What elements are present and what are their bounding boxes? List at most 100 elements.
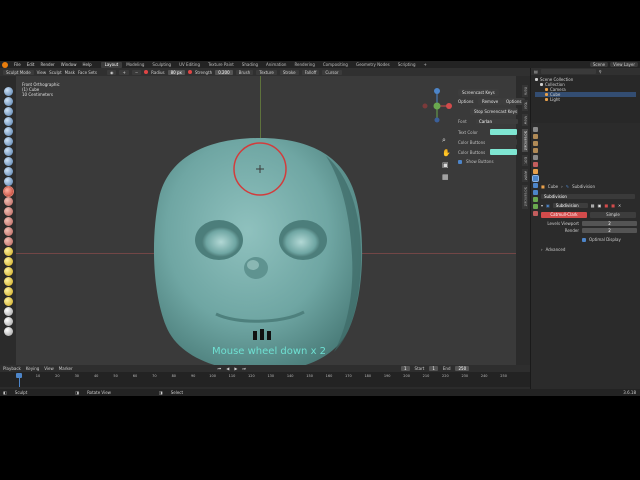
radius-pen-icon[interactable] xyxy=(144,70,149,74)
crease-brush-icon[interactable] xyxy=(4,167,13,176)
zoom-icon[interactable]: ⌕ xyxy=(442,136,451,145)
fill-brush-icon[interactable] xyxy=(4,197,13,206)
blender-logo-icon[interactable] xyxy=(2,61,8,68)
optimal-display-checkbox[interactable] xyxy=(582,237,586,242)
world-tab-icon[interactable] xyxy=(533,162,538,167)
draw-brush-icon[interactable] xyxy=(4,87,13,96)
view-layer-tab-icon[interactable] xyxy=(533,148,538,153)
object-tab-icon[interactable] xyxy=(533,169,538,174)
text-color-swatch[interactable] xyxy=(490,129,517,135)
jump-start-icon[interactable]: ⏮ xyxy=(218,366,222,371)
screencast-keys-header[interactable]: Screencast Keys xyxy=(458,89,499,96)
modifier-close-icon[interactable]: ✕ xyxy=(618,203,621,208)
falloff-menu[interactable]: Falloff xyxy=(301,69,320,75)
collapse-chevron-icon[interactable]: ▾ xyxy=(541,203,543,208)
end-frame-field[interactable]: 250 xyxy=(455,366,470,371)
keying-menu[interactable]: Keying xyxy=(26,366,39,371)
physics-tab-icon[interactable] xyxy=(533,190,538,195)
ortho-grid-icon[interactable]: ▦ xyxy=(442,173,451,181)
modifier-tab-icon[interactable] xyxy=(532,175,539,182)
marker-menu[interactable]: Marker xyxy=(59,366,73,371)
tab-item[interactable]: Item xyxy=(521,85,528,97)
particles-tab-icon[interactable] xyxy=(533,183,538,188)
mode-selector[interactable]: Sculpt Mode xyxy=(3,69,34,75)
play-reverse-icon[interactable]: ◀ xyxy=(226,366,229,371)
tool-tab-icon[interactable] xyxy=(533,127,538,132)
catmull-clark-button[interactable]: Catmull-Clark xyxy=(541,212,587,218)
output-tab-icon[interactable] xyxy=(533,141,538,146)
tab-texture-paint[interactable]: Texture Paint xyxy=(204,62,238,68)
pinch-brush-icon[interactable] xyxy=(4,227,13,236)
color-buttons-swatch[interactable] xyxy=(490,139,517,145)
tab-anim[interactable]: ANIM xyxy=(521,169,528,183)
render-levels-field[interactable]: 2 xyxy=(582,228,637,233)
tab-layout[interactable]: Layout xyxy=(100,61,123,68)
jump-end-icon[interactable]: ⏭ xyxy=(242,366,246,371)
tab-uv-editing[interactable]: UV Editing xyxy=(175,62,204,68)
options-label[interactable]: Options xyxy=(458,98,473,105)
mask-brush-icon[interactable] xyxy=(4,307,13,316)
pan-hand-icon[interactable]: ✋ xyxy=(442,149,451,157)
tab-scripting[interactable]: Scripting xyxy=(394,62,420,68)
menu-edit[interactable]: Edit xyxy=(24,62,38,67)
current-frame-field[interactable]: 1 xyxy=(401,366,410,371)
menu-view[interactable]: View xyxy=(37,70,47,75)
draw-sharp-brush-icon[interactable] xyxy=(4,97,13,106)
menu-help[interactable]: Help xyxy=(79,62,94,67)
multiplane-scrape-brush-icon[interactable] xyxy=(4,217,13,226)
add-workspace-icon[interactable]: + xyxy=(420,62,431,68)
tab-edit[interactable]: Edit xyxy=(521,155,528,167)
levels-viewport-field[interactable]: 2 xyxy=(582,221,637,226)
smooth-brush-icon[interactable] xyxy=(4,177,13,186)
camera-view-icon[interactable]: ▣ xyxy=(442,161,451,169)
viewport-toggle-icon[interactable]: ▣ xyxy=(598,203,602,208)
menu-window[interactable]: Window xyxy=(58,62,80,67)
outliner-filter-icon[interactable]: ▤ xyxy=(534,69,538,74)
clay-strips-brush-icon[interactable] xyxy=(4,117,13,126)
tab-rendering[interactable]: Rendering xyxy=(290,62,318,68)
outliner-search-input[interactable] xyxy=(540,69,596,74)
font-selector[interactable]: Carlan xyxy=(476,119,518,124)
menu-file[interactable]: File xyxy=(11,62,24,67)
render-tab-icon[interactable] xyxy=(533,134,538,139)
playback-menu[interactable]: Playback xyxy=(3,366,21,371)
clay-brush-icon[interactable] xyxy=(4,107,13,116)
tab-shading[interactable]: Shading xyxy=(238,62,262,68)
tab-screencast-2[interactable]: Screencast xyxy=(521,185,528,209)
render-toggle-icon[interactable]: ■ xyxy=(604,203,608,208)
thumb-brush-icon[interactable] xyxy=(4,267,13,276)
inflate-brush-icon[interactable] xyxy=(4,147,13,156)
elastic-deform-brush-icon[interactable] xyxy=(4,247,13,256)
remove-button[interactable]: Remove xyxy=(478,98,503,105)
rotate-brush-icon[interactable] xyxy=(4,297,13,306)
tab-modeling[interactable]: Modeling xyxy=(122,62,148,68)
draw-face-sets-icon[interactable] xyxy=(4,317,13,326)
view-layer-selector[interactable]: View Layer xyxy=(610,62,638,67)
transform-icon[interactable] xyxy=(4,327,13,336)
tab-sculpting[interactable]: Sculpting xyxy=(148,62,175,68)
material-tab-icon[interactable] xyxy=(533,211,538,216)
advanced-row[interactable]: › Advanced xyxy=(541,247,565,252)
direction-sub-icon[interactable]: − xyxy=(131,69,142,75)
tab-tool[interactable]: Tool xyxy=(521,99,528,111)
grab-brush-icon[interactable] xyxy=(4,237,13,246)
radius-field[interactable]: 80 px xyxy=(167,69,185,75)
blob-brush-icon[interactable] xyxy=(4,157,13,166)
outliner-row-light[interactable]: Light xyxy=(535,97,636,102)
direction-add-icon[interactable]: + xyxy=(119,69,129,75)
strength-field[interactable]: 0.200 xyxy=(215,69,233,75)
color-buttons2-swatch[interactable] xyxy=(490,149,517,155)
tab-screencast[interactable]: Screencast xyxy=(521,129,528,153)
cursor-menu[interactable]: Cursor xyxy=(322,69,342,75)
constraints-tab-icon[interactable] xyxy=(533,197,538,202)
brush-menu[interactable]: Brush xyxy=(235,69,254,75)
tab-compositing[interactable]: Compositing xyxy=(319,62,352,68)
scrape-brush-icon[interactable] xyxy=(4,207,13,216)
snake-hook-brush-icon[interactable] xyxy=(4,257,13,266)
menu-mask[interactable]: Mask xyxy=(65,70,75,75)
texture-menu[interactable]: Texture xyxy=(256,69,277,75)
play-icon[interactable]: ▶ xyxy=(234,366,237,371)
stop-screencast-button[interactable]: Stop Screencast Keys xyxy=(470,108,518,115)
start-frame-field[interactable]: 1 xyxy=(429,366,438,371)
stroke-menu[interactable]: Stroke xyxy=(279,69,299,75)
